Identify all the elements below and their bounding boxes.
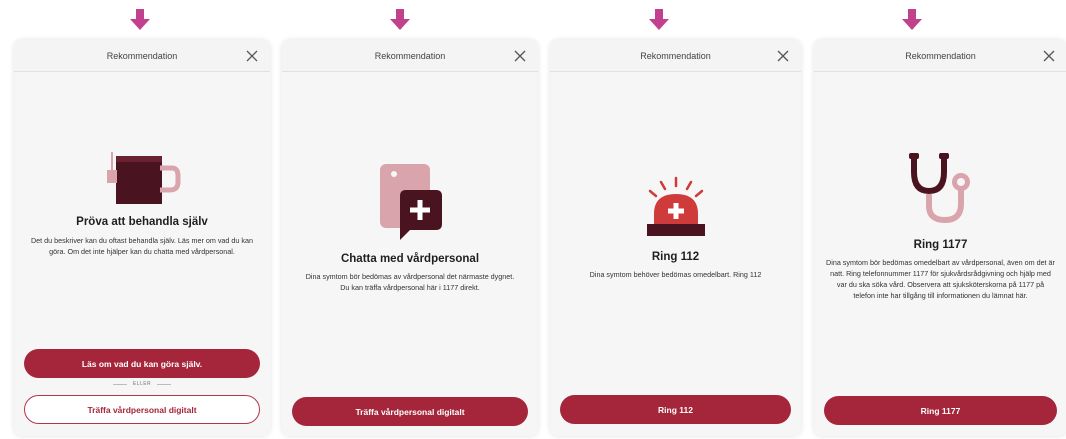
card-header: Rekommendation [14, 40, 270, 72]
coffee-cup-icon [14, 152, 270, 208]
card-description: Dina symtom behöver bedömas omedelbart. … [589, 270, 762, 279]
recommendation-card-chat: Rekommendation Chatta med vårdpersonal D… [282, 40, 538, 436]
card-description: Dina symtom bör bedömas av vårdpersonal … [305, 272, 515, 292]
emergency-siren-icon [550, 176, 801, 240]
card-header-title: Rekommendation [374, 50, 446, 61]
card-heading: Ring 1177 [913, 239, 968, 251]
down-arrow-icon [900, 8, 924, 32]
card-header-title: Rekommendation [640, 50, 711, 61]
card-heading: Ring 112 [651, 251, 700, 263]
down-arrow-icon [128, 8, 152, 32]
close-icon[interactable] [512, 48, 528, 64]
phone-chat-icon [282, 162, 538, 242]
card-description: Dina symtom bör bedömas omedelbart av vå… [826, 258, 1055, 300]
recommendation-card-call-1177: Rekommendation Ring 1177 Dina symtom bör… [814, 40, 1066, 436]
meet-staff-digitally-button[interactable]: Träffa vårdpersonal digitalt [24, 395, 260, 424]
close-icon[interactable] [244, 48, 260, 64]
stethoscope-icon [814, 150, 1066, 226]
card-description: Det du beskriver kan du oftast behandla … [30, 236, 253, 256]
card-header-title: Rekommendation [106, 50, 178, 61]
down-arrow-icon [388, 8, 412, 32]
call-112-button[interactable]: Ring 112 [560, 395, 791, 424]
card-heading: Chatta med vårdpersonal [340, 253, 480, 265]
close-icon[interactable] [775, 48, 791, 64]
close-icon[interactable] [1041, 48, 1057, 64]
card-header: Rekommendation [282, 40, 538, 72]
card-heading: Pröva att behandla själv [76, 216, 208, 228]
meet-staff-digitally-button[interactable]: Träffa vårdpersonal digitalt [292, 397, 528, 426]
read-self-care-button[interactable]: Läs om vad du kan göra själv. [24, 349, 260, 378]
card-header-title: Rekommendation [905, 50, 976, 61]
or-separator: ELLER [14, 381, 270, 387]
card-header: Rekommendation [814, 40, 1066, 72]
call-1177-button[interactable]: Ring 1177 [824, 396, 1057, 425]
card-header: Rekommendation [550, 40, 801, 72]
down-arrow-icon [647, 8, 671, 32]
recommendation-card-call-112: Rekommendation Ring 112 Dina symtom behö… [550, 40, 801, 436]
recommendation-card-self-care: Rekommendation Pröva att behandla själv … [14, 40, 270, 436]
